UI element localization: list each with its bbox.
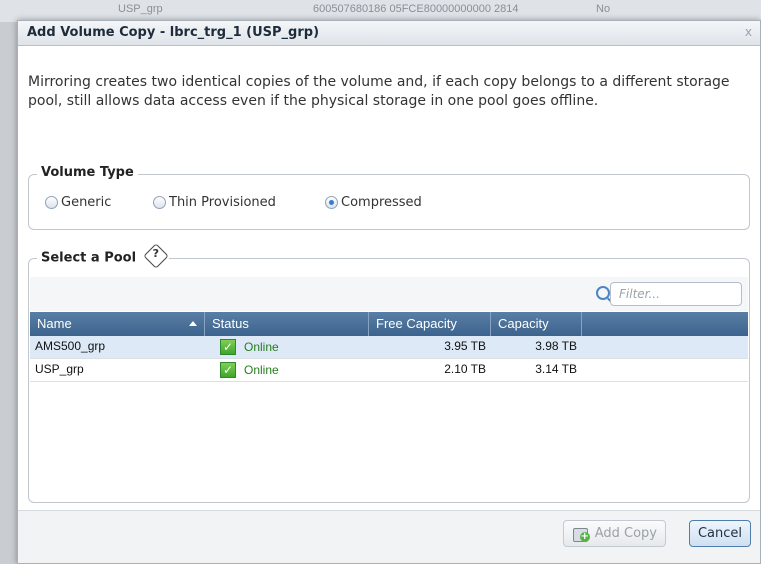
online-check-icon: ✓ bbox=[220, 339, 236, 355]
background-flag: No bbox=[596, 3, 611, 15]
pool-table: Name Status Free Capacity Capacity AMS50… bbox=[30, 312, 748, 382]
add-volume-copy-dialog: Add Volume Copy - lbrc_trg_1 (USP_grp) x… bbox=[17, 20, 761, 564]
column-name[interactable]: Name bbox=[30, 312, 205, 336]
background-table-row: USP_grp 600507680186 05FCE80000000000 28… bbox=[0, 0, 761, 22]
help-icon[interactable]: ? bbox=[142, 243, 169, 269]
volume-type-group: Volume Type Generic Thin Provisioned Com… bbox=[28, 165, 750, 230]
radio-thin-provisioned[interactable]: Thin Provisioned bbox=[153, 195, 276, 210]
add-disk-icon: + bbox=[572, 526, 590, 542]
sort-ascending-icon bbox=[189, 321, 197, 326]
pool-table-toolbar: Filter... bbox=[30, 277, 748, 311]
column-capacity[interactable]: Capacity bbox=[491, 312, 582, 336]
select-pool-label: Select a Pool bbox=[41, 250, 137, 266]
pool-capacity-cell: 3.14 TB bbox=[535, 362, 577, 376]
column-free-capacity[interactable]: Free Capacity bbox=[369, 312, 491, 336]
pool-status-cell: ✓ Online bbox=[205, 359, 369, 381]
table-row[interactable]: USP_grp ✓ Online 2.10 TB 3.14 TB bbox=[30, 359, 748, 382]
column-name-label: Name bbox=[37, 316, 72, 331]
dialog-description: Mirroring creates two identical copies o… bbox=[28, 74, 730, 109]
background-uid: 600507680186 05FCE80000000000 2814 bbox=[313, 3, 519, 15]
pool-name-cell: AMS500_grp bbox=[35, 339, 106, 353]
add-copy-button[interactable]: + Add Copy bbox=[562, 520, 666, 547]
radio-compressed[interactable]: Compressed bbox=[325, 195, 422, 210]
online-check-icon: ✓ bbox=[220, 362, 236, 378]
close-icon[interactable]: x bbox=[745, 25, 752, 39]
radio-thin-provisioned-button[interactable] bbox=[153, 196, 166, 209]
radio-compressed-label: Compressed bbox=[341, 195, 422, 210]
radio-generic-label: Generic bbox=[61, 195, 112, 210]
pool-name-cell: USP_grp bbox=[35, 362, 84, 376]
pool-capacity-cell: 3.98 TB bbox=[535, 339, 577, 353]
pool-free-capacity-cell: 3.95 TB bbox=[444, 339, 486, 353]
pool-status-cell: ✓ Online bbox=[205, 336, 369, 358]
column-status[interactable]: Status bbox=[205, 312, 369, 336]
pool-status-text: Online bbox=[244, 363, 279, 377]
background-pool-name: USP_grp bbox=[118, 3, 163, 15]
filter-input[interactable]: Filter... bbox=[610, 282, 742, 306]
search-icon[interactable] bbox=[596, 286, 610, 300]
cancel-button[interactable]: Cancel bbox=[688, 520, 751, 547]
dialog-title: Add Volume Copy - lbrc_trg_1 (USP_grp) bbox=[27, 25, 320, 40]
pool-status-text: Online bbox=[244, 340, 279, 354]
pool-free-capacity-cell: 2.10 TB bbox=[444, 362, 486, 376]
radio-generic-button[interactable] bbox=[45, 196, 58, 209]
radio-compressed-button[interactable] bbox=[325, 196, 338, 209]
volume-type-legend: Volume Type bbox=[37, 165, 138, 180]
table-row[interactable]: AMS500_grp ✓ Online 3.95 TB 3.98 TB bbox=[30, 336, 748, 359]
select-pool-group: Select a Pool ? Filter... Name Status Fr… bbox=[28, 243, 750, 503]
dialog-titlebar[interactable]: Add Volume Copy - lbrc_trg_1 (USP_grp) x bbox=[18, 21, 760, 46]
pool-table-header: Name Status Free Capacity Capacity bbox=[30, 312, 748, 336]
dialog-footer: + Add Copy Cancel bbox=[18, 510, 760, 563]
radio-thin-provisioned-label: Thin Provisioned bbox=[169, 195, 276, 210]
select-pool-legend: Select a Pool ? bbox=[37, 243, 169, 269]
add-copy-label: Add Copy bbox=[594, 526, 657, 541]
radio-generic[interactable]: Generic bbox=[45, 195, 111, 210]
